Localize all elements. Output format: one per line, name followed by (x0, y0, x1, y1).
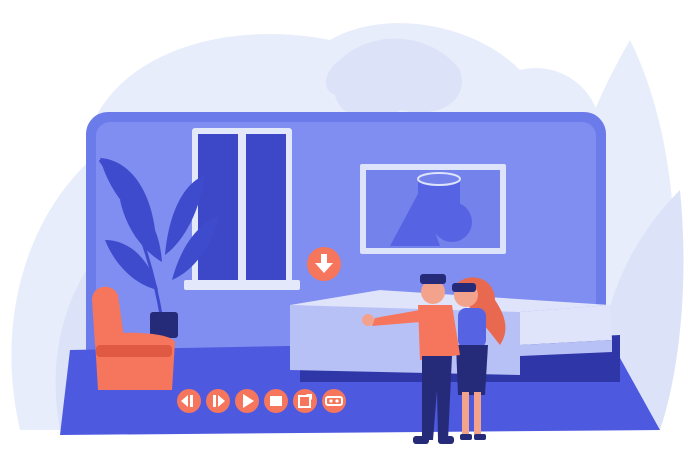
wall-picture (360, 164, 506, 254)
stop-icon (270, 396, 282, 406)
vr-room-illustration (11, 23, 684, 444)
window (184, 128, 300, 290)
share-button[interactable] (293, 389, 317, 413)
fast-forward-button[interactable] (206, 389, 230, 413)
play-button[interactable] (235, 389, 259, 413)
vr-button[interactable] (322, 389, 346, 413)
download-indicator (307, 247, 341, 281)
stop-button[interactable] (264, 389, 288, 413)
rewind-button[interactable] (177, 389, 201, 413)
